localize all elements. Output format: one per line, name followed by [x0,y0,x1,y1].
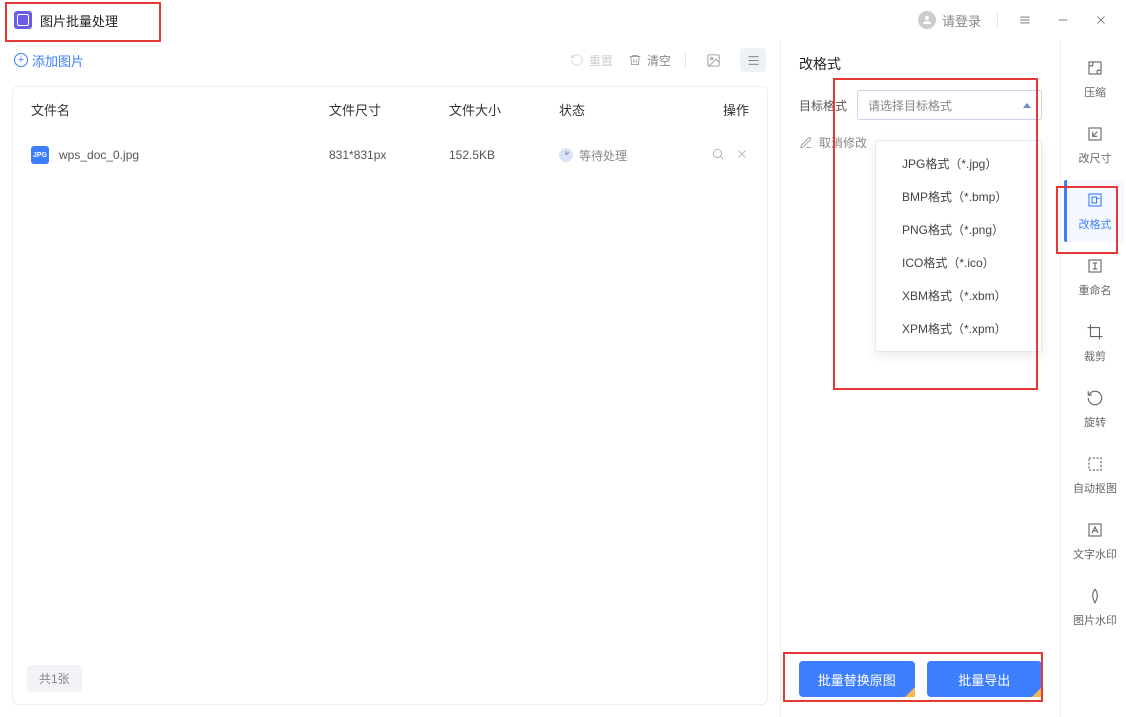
imgwm-icon [1085,586,1105,606]
th-status: 状态 [559,100,679,119]
reformat-icon [1085,190,1105,210]
rail-textwm[interactable]: 文字水印 [1064,510,1124,572]
reset-label: 重置 [589,52,613,69]
file-status: 等待处理 [579,147,627,164]
format-dropdown: JPG格式（*.jpg） BMP格式（*.bmp） PNG格式（*.png） I… [875,140,1042,352]
format-option[interactable]: XBM格式（*.xbm） [876,279,1041,312]
rotate-icon [1085,388,1105,408]
rail-label: 改尺寸 [1079,150,1112,166]
format-option[interactable]: XPM格式（*.xpm） [876,312,1041,345]
format-option[interactable]: PNG格式（*.png） [876,213,1041,246]
compress-icon [1085,58,1105,78]
close-button[interactable] [1090,9,1112,31]
reset-button[interactable]: 重置 [569,52,613,69]
trash-icon [627,52,643,68]
rail-label: 旋转 [1084,414,1106,430]
file-size: 152.5KB [449,148,559,162]
batch-replace-button[interactable]: 批量替换原图 [799,661,915,697]
clock-icon [559,148,573,162]
target-format-select[interactable]: 请选择目标格式 [857,90,1042,120]
batch-replace-label: 批量替换原图 [818,673,896,688]
th-op: 操作 [679,100,749,119]
separator [997,12,998,28]
table-row[interactable]: JPG wps_doc_0.jpg 831*831px 152.5KB 等待处理 [13,131,767,179]
grid-view-button[interactable] [700,48,726,72]
plus-icon: + [14,53,28,67]
minimize-button[interactable] [1052,9,1074,31]
rail-imgwm[interactable]: 图片水印 [1064,576,1124,638]
preview-button[interactable] [711,147,725,164]
jpg-file-icon: JPG [31,146,49,164]
batch-export-button[interactable]: 批量导出 [927,661,1043,697]
rail-crop[interactable]: 裁剪 [1064,312,1124,374]
autocutout-icon [1085,454,1105,474]
panel-title: 改格式 [799,54,1042,74]
rail-reformat[interactable]: 改格式 [1064,180,1124,242]
rail-compress[interactable]: 压缩 [1064,48,1124,110]
rail-rename[interactable]: 重命名 [1064,246,1124,308]
list-view-button[interactable] [740,48,766,72]
login-button[interactable]: 请登录 [918,11,981,30]
th-name: 文件名 [31,100,329,119]
file-table: 文件名 文件尺寸 文件大小 状态 操作 JPG wps_doc_0.jpg 83… [12,86,768,705]
corner-badge-icon [905,687,915,697]
rename-icon [1085,256,1105,276]
remove-row-button[interactable] [735,147,749,164]
settings-panel: 改格式 目标格式 请选择目标格式 取消修改 JPG格式（*.jpg） BMP格式… [780,40,1060,717]
cancel-label: 取消修改 [819,134,867,151]
textwm-icon [1085,520,1105,540]
target-format-label: 目标格式 [799,97,847,114]
caret-up-icon [1023,103,1031,108]
file-dim: 831*831px [329,148,449,162]
add-image-button[interactable]: + 添加图片 [14,51,84,70]
count-chip: 共1张 [27,665,82,692]
format-option[interactable]: BMP格式（*.bmp） [876,180,1041,213]
rail-label: 文字水印 [1073,546,1117,562]
reset-icon [569,52,585,68]
rail-label: 压缩 [1084,84,1106,100]
add-image-label: 添加图片 [32,51,84,70]
th-dim: 文件尺寸 [329,100,449,119]
th-size: 文件大小 [449,100,559,119]
rail-autocutout[interactable]: 自动抠图 [1064,444,1124,506]
tool-rail: 压缩 改尺寸 改格式 重命名 裁剪 旋转 自动抠图 文字水印 [1060,40,1126,717]
rail-label: 自动抠图 [1073,480,1117,496]
app-title: 图片批量处理 [40,11,118,30]
corner-badge-icon [1032,687,1042,697]
clear-button[interactable]: 清空 [627,52,671,69]
resize-icon [1085,124,1105,144]
select-placeholder: 请选择目标格式 [868,97,952,114]
rail-label: 改格式 [1079,216,1112,232]
rail-label: 图片水印 [1073,612,1117,628]
file-name: wps_doc_0.jpg [59,148,139,162]
batch-export-label: 批量导出 [958,673,1010,688]
login-label: 请登录 [942,11,981,30]
separator [685,52,686,68]
format-option[interactable]: JPG格式（*.jpg） [876,147,1041,180]
table-header: 文件名 文件尺寸 文件大小 状态 操作 [13,87,767,131]
rail-label: 裁剪 [1084,348,1106,364]
app-logo-icon [14,11,32,29]
file-list-pane: + 添加图片 重置 清空 文件名 文件尺寸 文件大小 状态 操作 [0,40,780,717]
format-option[interactable]: ICO格式（*.ico） [876,246,1041,279]
menu-button[interactable] [1014,9,1036,31]
rail-rotate[interactable]: 旋转 [1064,378,1124,440]
crop-icon [1085,322,1105,342]
titlebar: 图片批量处理 请登录 [0,0,1126,40]
rail-label: 重命名 [1079,282,1112,298]
clear-label: 清空 [647,52,671,69]
rail-resize[interactable]: 改尺寸 [1064,114,1124,176]
avatar-icon [918,11,936,29]
